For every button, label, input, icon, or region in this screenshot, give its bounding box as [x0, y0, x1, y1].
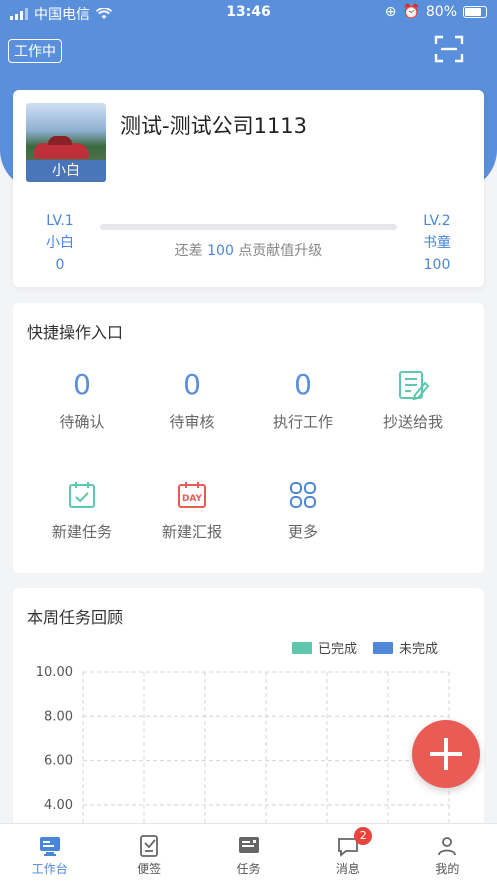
next-level: LV.2 书童 100	[407, 210, 467, 276]
calendar-day-icon: DAY	[178, 482, 206, 508]
new-report-label: 新建汇报	[161, 523, 222, 541]
battery-icon	[463, 6, 487, 18]
y-tick-label: 4.00	[44, 798, 73, 813]
tab-notes-label: 便签	[137, 862, 162, 876]
current-level-lv: LV.1	[46, 213, 74, 229]
note-icon	[140, 835, 159, 857]
cc-to-me-label: 抄送给我	[382, 413, 443, 431]
next-level-points: 100	[423, 257, 451, 273]
avatar[interactable]: 小白	[26, 103, 106, 182]
tab-profile-label: 我的	[435, 862, 460, 876]
weekly-review-card: 本周任务回顾 已完成 未完成 10.00 8.00 6.00 4.00	[13, 588, 484, 828]
battery-percent: 80%	[425, 4, 457, 20]
tab-messages-label: 消息	[335, 862, 360, 876]
executing-work-count: 0	[294, 368, 312, 401]
avatar-caption: 小白	[26, 160, 106, 182]
pending-review-label: 待审核	[169, 413, 215, 431]
y-tick-label: 10.00	[36, 665, 73, 680]
pending-confirm-count: 0	[73, 368, 91, 401]
more-item[interactable]: 更多	[248, 475, 358, 542]
upgrade-prefix: 还差	[174, 243, 203, 259]
quick-actions-title: 快捷操作入口	[27, 323, 124, 342]
company-name: 测试-测试公司1113	[120, 114, 308, 138]
cc-to-me-item[interactable]: 抄送给我	[358, 365, 468, 432]
tab-workbench[interactable]: 工作台	[0, 824, 99, 883]
weekly-chart: 10.00 8.00 6.00 4.00	[36, 665, 450, 828]
new-task-label: 新建任务	[51, 523, 112, 541]
tab-tasks-label: 任务	[236, 862, 261, 876]
level-progress-bar	[100, 224, 397, 230]
profile-icon	[438, 837, 457, 856]
upgrade-points: 100	[207, 243, 234, 259]
y-tick-label: 6.00	[44, 754, 73, 769]
tab-bar: 工作台 便签 任务 2 消息 我的	[0, 823, 497, 883]
pending-confirm-item[interactable]: 0 待确认	[27, 365, 137, 432]
executing-work-item[interactable]: 0 执行工作	[248, 365, 358, 432]
messages-badge: 2	[354, 827, 373, 845]
cc-document-icon	[399, 371, 429, 401]
more-label: 更多	[287, 523, 318, 541]
upgrade-hint: 还差 100 点贡献值升级	[100, 240, 397, 260]
scan-icon	[434, 35, 464, 63]
workbench-icon	[39, 837, 60, 856]
calendar-check-icon	[69, 482, 95, 508]
current-level: LV.1 小白 0	[30, 210, 90, 276]
tab-notes[interactable]: 便签	[99, 824, 198, 883]
next-level-lv: LV.2	[423, 213, 451, 229]
pending-review-item[interactable]: 0 待审核	[137, 365, 247, 432]
current-level-points: 0	[55, 257, 65, 273]
new-task-item[interactable]: 新建任务	[27, 475, 137, 542]
profile-card: 小白 测试-测试公司1113 LV.1 小白 0 还差 100 点贡献值升级 L…	[13, 90, 484, 287]
lock-rotation-icon: ⊕	[384, 4, 397, 20]
add-fab-button[interactable]	[412, 720, 480, 788]
pending-review-count: 0	[183, 368, 201, 401]
work-status-badge[interactable]: 工作中	[8, 39, 62, 63]
pending-confirm-label: 待确认	[59, 413, 105, 431]
tab-tasks[interactable]: 任务	[199, 824, 298, 883]
alarm-icon: ⏰	[402, 4, 420, 20]
current-level-title: 小白	[46, 235, 74, 251]
new-report-item[interactable]: DAY 新建汇报	[137, 475, 247, 542]
avatar-car-image	[34, 136, 89, 159]
grid-more-icon	[290, 482, 316, 508]
next-level-title: 书童	[423, 235, 451, 251]
tab-profile[interactable]: 我的	[398, 824, 497, 883]
executing-work-label: 执行工作	[272, 413, 333, 431]
calendar-day-text: DAY	[182, 494, 203, 504]
upgrade-suffix: 点贡献值升级	[238, 243, 323, 259]
quick-actions-card: 快捷操作入口 0 待确认 0 待审核 0 执行工作 抄送给我 新建任务 DAY …	[13, 303, 484, 573]
status-bar: 中国电信 13:46 ⊕ ⏰ 80%	[0, 0, 497, 26]
tab-workbench-label: 工作台	[31, 862, 68, 876]
scan-button[interactable]	[434, 34, 464, 64]
task-icon	[238, 837, 259, 853]
tab-messages[interactable]: 2 消息	[298, 824, 397, 883]
y-tick-label: 8.00	[44, 709, 73, 724]
